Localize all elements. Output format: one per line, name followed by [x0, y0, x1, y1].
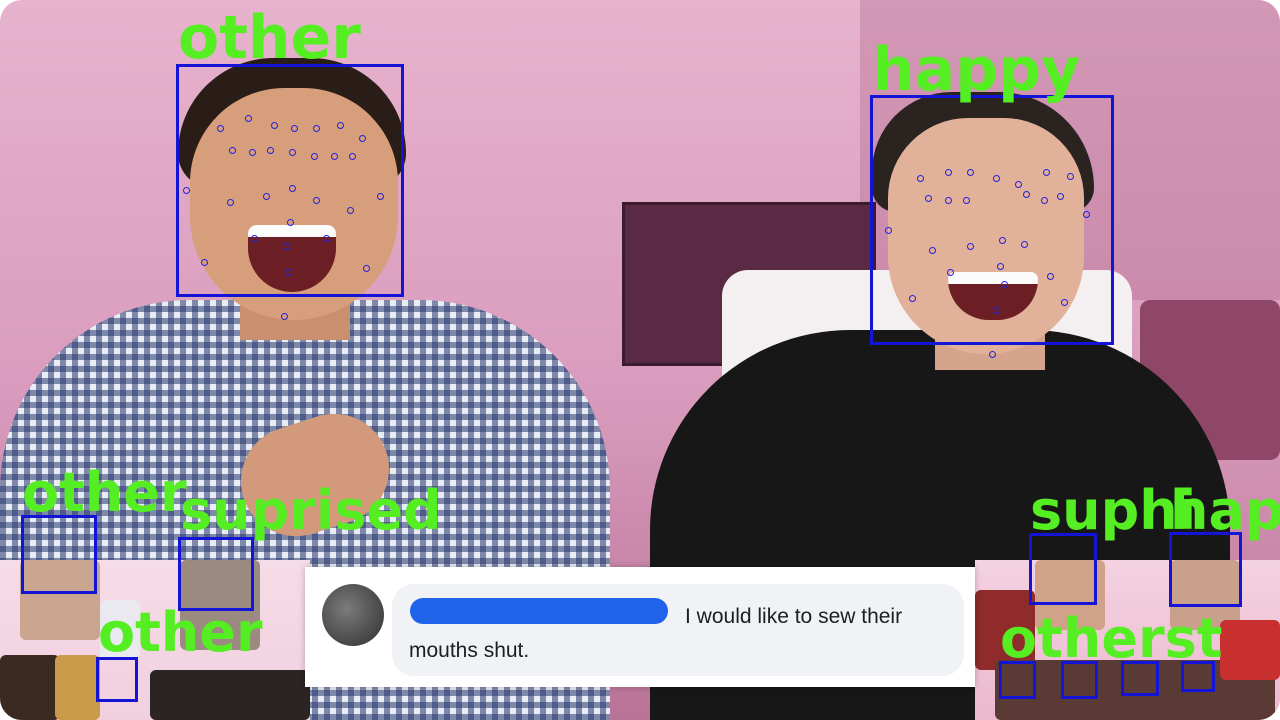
landmark-dot: [947, 269, 954, 276]
landmark-dot: [967, 169, 974, 176]
landmark-dot: [925, 195, 932, 202]
landmark-dot: [227, 199, 234, 206]
landmark-dot: [1083, 211, 1090, 218]
redacted-username: [410, 598, 668, 624]
comment-text-line-1: I would like to sew their: [685, 605, 903, 628]
landmark-dot: [245, 115, 252, 122]
landmark-dot: [313, 125, 320, 132]
landmark-dot: [1043, 169, 1050, 176]
landmark-dot: [1015, 181, 1022, 188]
landmark-dot: [909, 295, 916, 302]
landmark-dot: [1047, 273, 1054, 280]
emotion-label: happ: [1170, 479, 1280, 542]
landmark-dot: [349, 153, 356, 160]
comment-text-line-2: mouths shut.: [409, 639, 530, 662]
landmark-dot: [289, 185, 296, 192]
emotion-label: other: [22, 461, 187, 524]
landmark-dot: [249, 149, 256, 156]
landmark-dot: [917, 175, 924, 182]
landmark-dot: [945, 197, 952, 204]
landmark-dot: [201, 259, 208, 266]
landmark-dot: [359, 135, 366, 142]
landmark-dot: [229, 147, 236, 154]
comment-bubble: I would like to sew their mouths shut.: [392, 584, 964, 676]
comment-card: I would like to sew their mouths shut.: [305, 567, 975, 687]
landmark-dot: [251, 235, 258, 242]
landmark-dot: [945, 169, 952, 176]
collage-face: [1220, 620, 1280, 680]
collage-face: [55, 655, 100, 720]
landmark-dot: [377, 193, 384, 200]
landmark-dot: [287, 219, 294, 226]
landmark-dot: [281, 313, 288, 320]
collage-face: [0, 655, 60, 720]
landmark-dot: [997, 263, 1004, 270]
landmark-dot: [1061, 299, 1068, 306]
landmark-dot: [283, 243, 290, 250]
face-box-small: [21, 515, 97, 594]
landmark-dot: [999, 237, 1006, 244]
landmark-dot: [1001, 281, 1008, 288]
landmark-dot: [1057, 193, 1064, 200]
video-frame: other happy other suprised other suphi h…: [0, 0, 1280, 720]
emotion-label: happy: [872, 35, 1081, 105]
landmark-dot: [285, 269, 292, 276]
landmark-dot: [311, 153, 318, 160]
landmark-dot: [323, 235, 330, 242]
landmark-dot: [885, 227, 892, 234]
landmark-dot: [313, 197, 320, 204]
emotion-label: otherst: [1000, 607, 1223, 670]
landmark-dot: [267, 147, 274, 154]
landmark-dot: [331, 153, 338, 160]
face-box-small: [1169, 532, 1242, 607]
landmark-dot: [347, 207, 354, 214]
landmark-dot: [183, 187, 190, 194]
landmark-dot: [929, 247, 936, 254]
commenter-avatar: [322, 584, 384, 646]
landmark-dot: [1041, 197, 1048, 204]
face-box-left: [176, 64, 404, 297]
landmark-dot: [363, 265, 370, 272]
landmark-dot: [289, 149, 296, 156]
landmark-dot: [337, 122, 344, 129]
face-box-right: [870, 95, 1114, 345]
emotion-label: other: [98, 601, 263, 664]
face-box-small: [1029, 533, 1097, 605]
landmark-dot: [291, 125, 298, 132]
landmark-dot: [1067, 173, 1074, 180]
collage-face: [150, 670, 310, 720]
landmark-dot: [993, 175, 1000, 182]
landmark-dot: [1021, 241, 1028, 248]
emotion-label: suprised: [180, 479, 442, 542]
landmark-dot: [967, 243, 974, 250]
emotion-label: other: [178, 3, 361, 73]
face-box-small: [178, 537, 254, 611]
landmark-dot: [989, 351, 996, 358]
landmark-dot: [217, 125, 224, 132]
landmark-dot: [1023, 191, 1030, 198]
landmark-dot: [263, 193, 270, 200]
landmark-dot: [271, 122, 278, 129]
landmark-dot: [993, 307, 1000, 314]
landmark-dot: [963, 197, 970, 204]
